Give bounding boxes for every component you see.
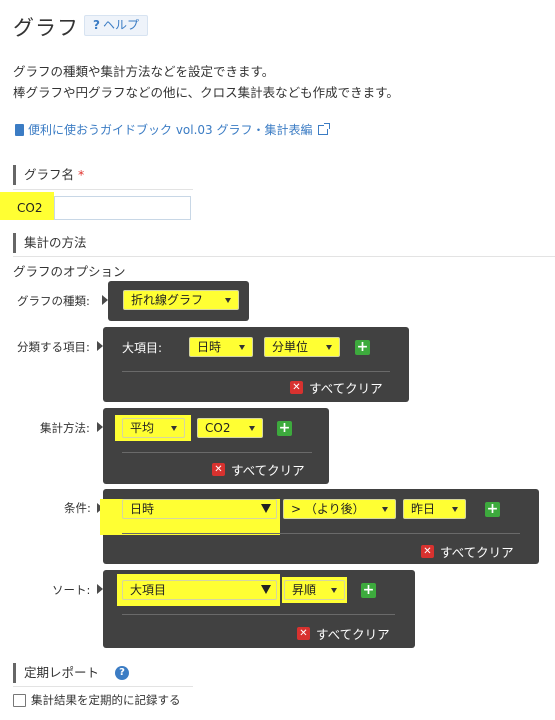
- chevron-down-icon: [331, 588, 337, 593]
- help-button[interactable]: ? ヘルプ: [84, 15, 148, 36]
- clear-label: すべてクリア: [316, 627, 390, 642]
- close-icon: ✕: [290, 381, 303, 394]
- help-icon[interactable]: ?: [115, 666, 130, 680]
- chevron-down-icon: [261, 504, 271, 513]
- description-line-2: 棒グラフや円グラフなどの他に、クロス集計表なども作成できます。: [13, 85, 399, 100]
- close-icon: ✕: [421, 545, 434, 558]
- condition-value-value: 昨日: [411, 502, 436, 516]
- separator: [122, 533, 520, 534]
- classify-unit-select[interactable]: 分単位: [264, 337, 340, 357]
- periodic-record-label: 集計結果を定期的に記録する: [31, 693, 181, 707]
- method-label: 集計方法:: [40, 421, 90, 435]
- condition-label: 条件:: [64, 501, 91, 515]
- graph-name-input[interactable]: [54, 196, 191, 220]
- separator: [122, 614, 395, 615]
- description-line-1: グラフの種類や集計方法などを設定できます。: [13, 64, 275, 79]
- divider: [13, 686, 193, 687]
- page-title: グラフ: [13, 16, 79, 40]
- periodic-record-checkbox[interactable]: [13, 693, 26, 707]
- condition-clear-all-button[interactable]: ✕ すべてクリア: [421, 542, 514, 561]
- periodic-report-label: 定期レポート: [24, 665, 100, 680]
- chevron-down-icon: [225, 298, 231, 303]
- chevron-down-icon: [171, 426, 177, 431]
- divider: [13, 189, 193, 190]
- classify-unit-value: 分単位: [272, 340, 309, 354]
- external-link-icon: [317, 122, 330, 135]
- classify-panel: 大項目: 日時 分単位 + ✕ すべてクリア: [103, 327, 409, 402]
- aggregation-label: 集計の方法: [24, 235, 87, 250]
- major-item-label: 大項目:: [122, 341, 163, 355]
- guide-link[interactable]: 便利に使おうガイドブック vol.03 グラフ・集計表編: [15, 121, 330, 138]
- sort-panel: 大項目 昇順 + ✕ すべてクリア: [103, 570, 415, 648]
- graph-name-heading: グラフ名 *: [13, 165, 193, 185]
- add-classify-button[interactable]: +: [355, 340, 370, 355]
- condition-operator-select[interactable]: > （より後）: [283, 499, 396, 519]
- help-label: ヘルプ: [102, 18, 139, 32]
- classify-field-value: 日時: [197, 340, 222, 354]
- condition-operator-value: > （より後）: [291, 502, 365, 516]
- close-icon: ✕: [212, 463, 225, 476]
- classify-field-select[interactable]: 日時: [189, 337, 253, 357]
- chevron-down-icon: [249, 426, 255, 431]
- chart-type-label: グラフの種類:: [17, 294, 90, 308]
- sort-order-value: 昇順: [292, 583, 317, 597]
- add-method-button[interactable]: +: [277, 421, 292, 436]
- clear-label: すべてクリア: [309, 381, 383, 396]
- method-panel: 平均 CO2 + ✕ すべてクリア: [103, 408, 329, 484]
- clear-label: すべてクリア: [440, 545, 514, 560]
- graph-name-label: グラフ名: [24, 167, 75, 182]
- method-func-select[interactable]: 平均: [122, 418, 185, 438]
- add-sort-button[interactable]: +: [361, 583, 376, 598]
- sort-clear-all-button[interactable]: ✕ すべてクリア: [297, 624, 390, 643]
- separator: [122, 452, 312, 453]
- close-icon: ✕: [297, 627, 310, 640]
- guide-link-text: 便利に使おうガイドブック vol.03 グラフ・集計表編: [28, 123, 313, 137]
- add-condition-button[interactable]: +: [485, 502, 500, 517]
- condition-field-select[interactable]: 日時: [122, 499, 277, 519]
- chart-type-panel: 折れ線グラフ: [108, 281, 249, 321]
- sort-order-select[interactable]: 昇順: [284, 580, 345, 600]
- method-func-value: 平均: [130, 421, 155, 435]
- clear-label: すべてクリア: [231, 463, 305, 478]
- method-clear-all-button[interactable]: ✕ すべてクリア: [212, 460, 305, 479]
- chart-type-value: 折れ線グラフ: [131, 293, 204, 307]
- divider: [13, 256, 555, 257]
- book-icon: [15, 123, 24, 136]
- options-title: グラフのオプション: [13, 264, 126, 279]
- periodic-record-option[interactable]: 集計結果を定期的に記録する: [13, 692, 181, 708]
- condition-panel: 日時 > （より後） 昨日 + ✕ すべてクリア: [100, 489, 539, 564]
- required-mark: *: [78, 167, 85, 182]
- method-field-value: CO2: [205, 421, 231, 435]
- sort-field-select[interactable]: 大項目: [122, 580, 277, 600]
- chevron-down-icon: [261, 585, 271, 594]
- classify-clear-all-button[interactable]: ✕ すべてクリア: [290, 378, 383, 397]
- chevron-down-icon: [326, 345, 332, 350]
- chevron-down-icon: [382, 507, 388, 512]
- chevron-down-icon: [239, 345, 245, 350]
- classify-label: 分類する項目:: [17, 340, 90, 354]
- question-icon: ?: [93, 18, 100, 32]
- method-field-select[interactable]: CO2: [197, 418, 263, 438]
- graph-name-value[interactable]: CO2: [17, 201, 42, 215]
- condition-field-value: 日時: [130, 502, 155, 516]
- chevron-down-icon: [452, 507, 458, 512]
- sort-field-value: 大項目: [130, 583, 167, 597]
- periodic-report-heading: 定期レポート ?: [13, 663, 153, 683]
- sort-label: ソート:: [52, 583, 91, 597]
- condition-value-select[interactable]: 昨日: [403, 499, 466, 519]
- aggregation-heading: 集計の方法: [13, 233, 193, 253]
- separator: [122, 371, 390, 372]
- chart-type-select[interactable]: 折れ線グラフ: [123, 290, 239, 310]
